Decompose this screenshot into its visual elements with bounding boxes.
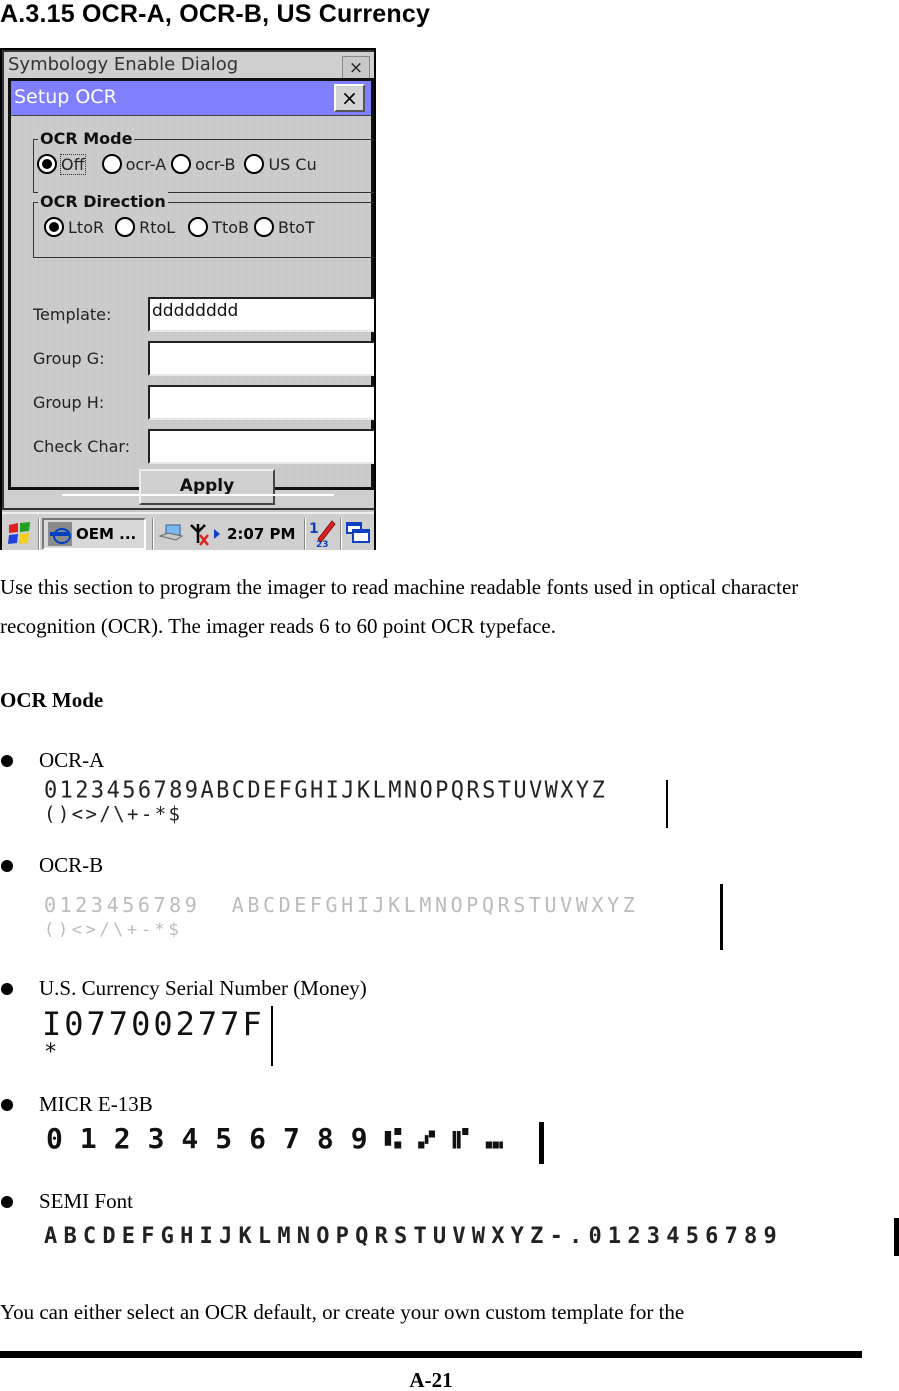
desktop-icon[interactable] — [345, 518, 374, 550]
ocr-direction-options: LtoR RtoL TtoB BtoT — [44, 217, 320, 237]
svg-text:23: 23 — [316, 540, 329, 549]
sample-boundary-line — [666, 780, 668, 828]
ocr-mode-options: Off ocr-A ocr-B US Cu — [37, 153, 322, 175]
radio-direction-ltor[interactable]: LtoR — [44, 217, 104, 237]
background-window-title: Symbology Enable Dialog — [8, 54, 239, 75]
close-button[interactable]: × — [334, 84, 365, 112]
radio-label: ocr-B — [195, 154, 236, 174]
ocr-direction-group: OCR Direction LtoR RtoL TtoB BtoT — [33, 192, 374, 258]
ocr-mode-legend: OCR Mode — [38, 129, 135, 148]
taskbar: OEM ... 2:07 PM 1 23 — [2, 512, 374, 550]
network-icon[interactable] — [158, 518, 186, 550]
sample-boundary-line — [539, 1122, 544, 1164]
bullet-icon — [1, 754, 13, 767]
template-label: Template: — [33, 305, 112, 324]
radio-unselected-icon — [254, 217, 274, 237]
radio-ocr-mode-ocr-a[interactable]: ocr-A — [101, 154, 167, 174]
ocr-b-sample-line-2: ()<>/\+-*$ — [44, 920, 183, 940]
radio-label: US Cu — [268, 154, 317, 174]
radio-label: RtoL — [139, 217, 176, 237]
taskbar-separator — [38, 518, 40, 550]
footer-rule — [0, 1351, 862, 1358]
dialog-title-bar: Setup OCR × — [11, 81, 371, 116]
ocr-a-sample-line-2: ()<>/\+-*$ — [44, 802, 183, 826]
clock[interactable]: 2:07 PM — [227, 518, 295, 550]
page-number: A-21 — [409, 1368, 453, 1391]
font-name: OCR-B — [39, 853, 104, 877]
us-currency-sample-line-1: I07700277F — [42, 1005, 265, 1043]
radio-direction-rtol[interactable]: RtoL — [115, 217, 175, 237]
radio-direction-btot[interactable]: BtoT — [254, 217, 315, 237]
radio-label: BtoT — [278, 217, 315, 237]
svg-text:1: 1 — [309, 521, 319, 537]
sample-boundary-line — [720, 884, 723, 950]
micr-sample-line: 0123456789⑆⑇⑈⑉ — [46, 1122, 520, 1155]
task-label: OEM ... — [76, 525, 137, 543]
font-item-us-currency: U.S. Currency Serial Number (Money) — [0, 976, 367, 1001]
check-char-input[interactable] — [148, 429, 374, 464]
radio-label: LtoR — [68, 217, 105, 237]
divider — [62, 494, 334, 496]
dialog-title: Setup OCR — [14, 86, 117, 108]
bullet-icon — [1, 1195, 13, 1208]
taskbar-separator — [152, 518, 154, 550]
radio-unselected-icon — [101, 154, 122, 174]
ocr-b-sample-line-1: 0123456789 ABCDEFGHIJKLMNOPQRSTUVWXYZ — [44, 893, 639, 917]
radio-direction-ttob[interactable]: TtoB — [188, 217, 249, 237]
input-panel-icon[interactable]: 1 23 — [308, 518, 338, 550]
ocr-direction-legend: OCR Direction — [38, 192, 168, 211]
font-item-ocr-a: OCR-A — [0, 748, 104, 773]
check-char-label: Check Char: — [33, 437, 131, 456]
oem-app-icon — [48, 522, 72, 546]
group-h-input[interactable] — [148, 385, 374, 420]
taskbar-separator — [304, 518, 306, 550]
us-currency-sample-line-2: * — [44, 1040, 61, 1065]
taskbar-separator — [340, 518, 342, 550]
radio-label: ocr-A — [125, 154, 167, 174]
setup-ocr-dialog: Setup OCR × OCR Mode Off ocr-A ocr-B US … — [8, 78, 374, 505]
font-item-semi: SEMI Font — [0, 1189, 133, 1214]
radio-selected-icon — [44, 217, 64, 237]
bullet-icon — [1, 982, 13, 995]
font-name: MICR E-13B — [39, 1092, 153, 1116]
semi-sample-line: ABCDEFGHIJKLMNOPQRSTUVWXYZ-.0123456789 — [44, 1224, 783, 1249]
intro-paragraph: Use this section to program the imager t… — [0, 575, 799, 638]
device-screenshot: Symbology Enable Dialog × Setup OCR × OC… — [0, 48, 376, 550]
bullet-icon — [1, 1098, 13, 1111]
ocr-a-sample-line-1: 0123456789ABCDEFGHIJKLMNOPQRSTUVWXYZ — [44, 777, 608, 804]
apply-button[interactable]: Apply — [139, 469, 275, 505]
template-input[interactable]: dddddddd — [148, 297, 374, 332]
bullet-icon — [1, 859, 13, 872]
font-item-ocr-b: OCR-B — [0, 853, 103, 878]
ocr-mode-group: OCR Mode Off ocr-A ocr-B US Cu — [33, 129, 374, 193]
radio-label: TtoB — [212, 217, 249, 237]
radio-ocr-mode-off[interactable]: Off — [37, 153, 86, 175]
sample-boundary-line — [271, 1006, 273, 1066]
group-g-label: Group G: — [33, 349, 105, 368]
ocr-mode-heading: OCR Mode — [0, 688, 104, 712]
windows-start-icon[interactable] — [6, 518, 36, 550]
group-h-label: Group H: — [33, 393, 105, 412]
font-item-micr-e13b: MICR E-13B — [0, 1092, 153, 1117]
antenna-disconnected-icon[interactable] — [188, 518, 214, 550]
radio-label: Off — [60, 153, 86, 175]
radio-selected-icon — [37, 154, 57, 174]
font-name: SEMI Font — [39, 1189, 133, 1213]
radio-unselected-icon — [115, 217, 136, 237]
radio-unselected-icon — [244, 154, 265, 174]
background-close-button[interactable]: × — [342, 56, 370, 80]
group-g-input[interactable] — [148, 341, 374, 376]
sample-boundary-line — [894, 1218, 899, 1256]
radio-ocr-mode-ocr-b[interactable]: ocr-B — [171, 154, 235, 174]
closing-paragraph: You can either select an OCR default, or… — [0, 1300, 685, 1324]
radio-unselected-icon — [171, 154, 192, 174]
tray-expand-icon[interactable] — [214, 518, 222, 550]
radio-unselected-icon — [188, 217, 209, 237]
font-name: OCR-A — [39, 748, 105, 772]
section-title: A.3.15 OCR-A, OCR-B, US Currency — [0, 0, 431, 28]
radio-ocr-mode-us-currency[interactable]: US Cu — [244, 154, 317, 174]
taskbar-task-oem[interactable]: OEM ... — [42, 518, 146, 550]
font-name: U.S. Currency Serial Number (Money) — [39, 976, 367, 1000]
